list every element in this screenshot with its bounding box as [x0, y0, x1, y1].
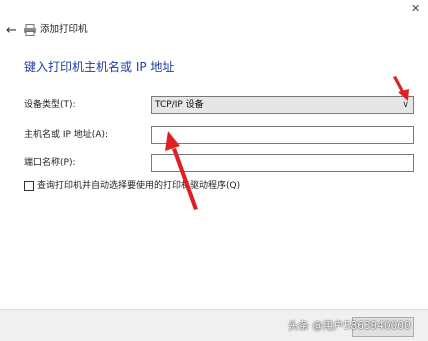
chevron-down-icon: ∨	[402, 100, 409, 110]
close-icon[interactable]: ✕	[411, 3, 420, 15]
hostname-input[interactable]	[151, 126, 414, 144]
device-type-value: TCP/IP 设备	[155, 100, 204, 110]
device-type-label: 设备类型(T):	[24, 100, 76, 110]
printer-icon	[24, 24, 36, 36]
back-arrow-icon[interactable]: ←	[6, 24, 17, 37]
window-title: 添加打印机	[40, 24, 88, 35]
query-printer-label: 查询打印机并自动选择要使用的打印机驱动程序(Q)	[37, 181, 241, 191]
hostname-label: 主机名或 IP 地址(A):	[24, 130, 109, 140]
page-heading: 键入打印机主机名或 IP 地址	[24, 60, 175, 74]
add-printer-dialog: ← 添加打印机 ✕ 键入打印机主机名或 IP 地址 设备类型(T): TCP/I…	[0, 0, 428, 341]
watermark-text: 头条 @用户5863940000	[288, 320, 411, 332]
port-name-input[interactable]	[151, 154, 414, 172]
device-type-select[interactable]: TCP/IP 设备 ∨	[151, 96, 414, 114]
query-printer-checkbox[interactable]	[24, 181, 34, 191]
port-name-label: 端口名称(P):	[24, 158, 76, 168]
title-bar: ← 添加打印机 ✕	[0, 0, 428, 40]
